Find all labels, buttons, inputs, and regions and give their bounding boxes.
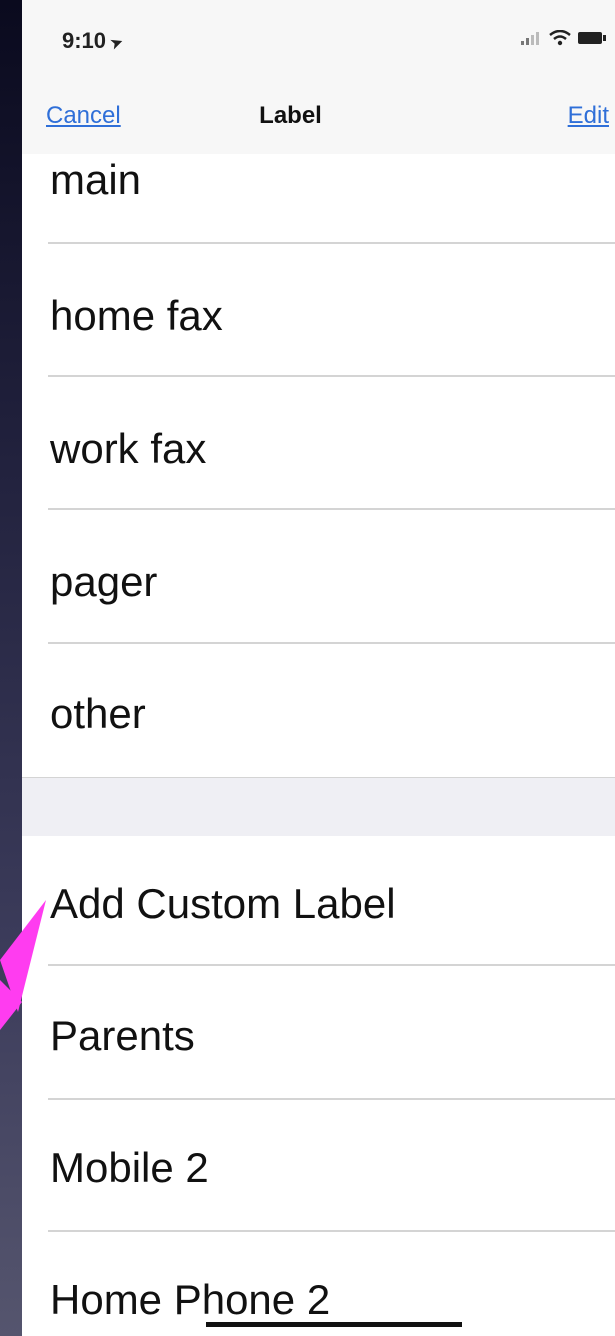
label-home-fax: home fax [50,292,223,339]
label-main: main [50,156,142,203]
label-row-parents[interactable]: Parents [22,966,615,1100]
label-parents: Parents [50,1012,195,1059]
label-row-main[interactable]: main [22,154,615,244]
signal-icon [521,32,539,45]
label-row-work-fax[interactable]: work fax [22,377,615,510]
edit-button[interactable]: Edit [568,102,609,130]
section-separator [22,777,615,837]
location-arrow-icon: ➤ [107,33,127,54]
label-row-other[interactable]: other [22,644,615,777]
label-row-mobile-2[interactable]: Mobile 2 [22,1100,615,1232]
label-home-phone-2: Home Phone 2 [50,1276,331,1323]
label-mobile-2: Mobile 2 [50,1144,209,1191]
add-custom-label-button[interactable]: Add Custom Label [22,836,615,966]
annotation-arrow-icon [0,900,46,1030]
label-other: other [50,690,146,737]
status-time-text: 9:10 [62,28,107,53]
wifi-icon [549,30,571,46]
battery-icon [578,32,606,44]
label-row-pager[interactable]: pager [22,510,615,644]
status-icons [521,30,607,46]
nav-bar: Cancel Label Edit [22,76,615,155]
label-row-home-phone-2[interactable]: Home Phone 2 [22,1232,615,1336]
phone-screen: 9:10 ➤ Cancel Label Edit main home fax w… [22,0,615,1336]
label-row-home-fax[interactable]: home fax [22,244,615,377]
label-work-fax: work fax [50,425,207,472]
status-time: 9:10 ➤ [62,28,127,54]
annotation-underline [206,1322,462,1327]
add-custom-label-text: Add Custom Label [50,880,396,927]
label-pager: pager [50,558,158,605]
page-title-text: Label [259,102,322,129]
page-title: Label [22,102,615,130]
status-bar: 9:10 ➤ [22,0,615,76]
